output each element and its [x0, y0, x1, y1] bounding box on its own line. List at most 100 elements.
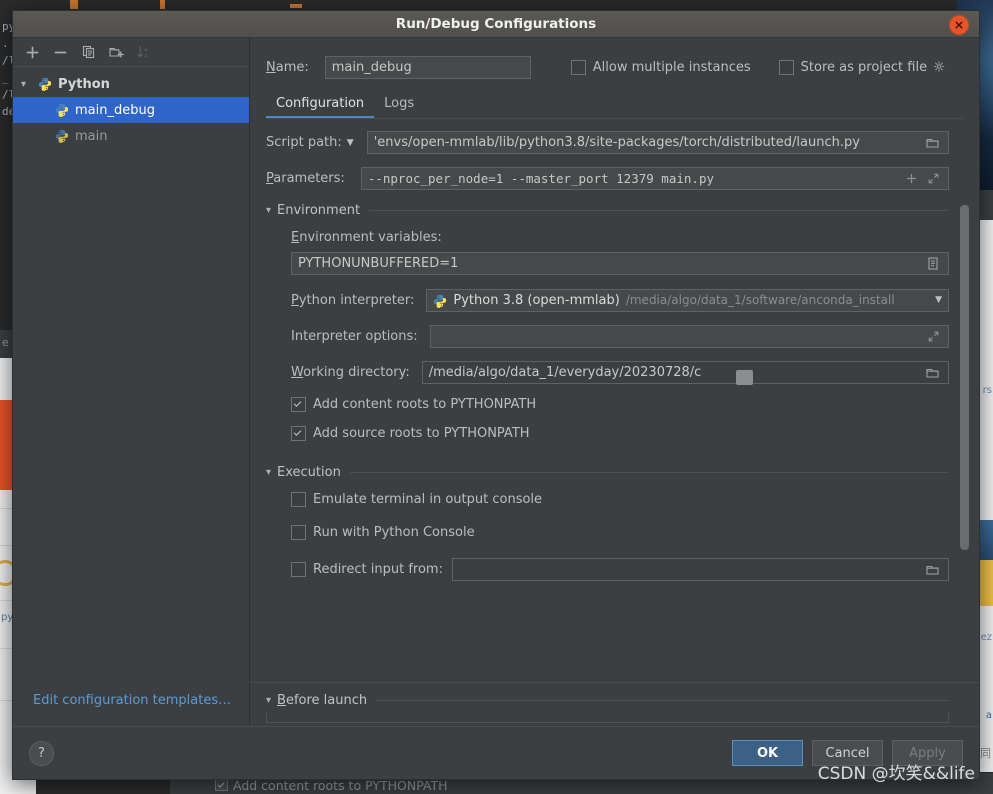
caret-down-icon[interactable]: ▼ [931, 290, 942, 311]
add-content-roots-checkbox[interactable]: Add content roots to PYTHONPATH [291, 397, 949, 412]
python-interpreter-label: Python interpreter: [291, 293, 415, 308]
checkbox-icon[interactable] [291, 525, 306, 540]
dialog-action-buttons: OK Cancel Apply [732, 740, 963, 766]
remove-configuration-icon[interactable] [52, 44, 69, 61]
tree-item-main-debug[interactable]: main_debug [13, 97, 249, 123]
section-rule [369, 210, 949, 211]
tree-item-label: main_debug [75, 102, 155, 118]
redirect-input-field[interactable] [451, 558, 949, 581]
folder-icon[interactable] [924, 559, 942, 580]
parameters-value: --nproc_per_node=1 --master_port 12379 m… [367, 171, 714, 186]
script-path-value: 'envs/open-mmlab/lib/python3.8/site-pack… [373, 135, 860, 150]
help-button[interactable]: ? [29, 740, 54, 766]
name-input[interactable]: main_debug [324, 55, 531, 79]
ok-button[interactable]: OK [732, 740, 803, 766]
checkbox-icon[interactable] [291, 397, 306, 412]
parameters-input[interactable]: --nproc_per_node=1 --master_port 12379 m… [360, 167, 949, 190]
dialog-titlebar: Run/Debug Configurations [13, 11, 979, 38]
store-as-project-file-label: Store as project file [800, 59, 928, 75]
environment-section-body: Environment variables: PYTHONUNBUFFERED=… [266, 230, 949, 441]
environment-section-header[interactable]: ▾ Environment [266, 203, 949, 218]
python-interpreter-row: Python interpreter: Python 3.8 (open-mml… [291, 289, 949, 312]
folder-icon[interactable] [924, 132, 942, 153]
configurations-toolbar: a z [13, 38, 249, 67]
bg-right-label: ez [980, 632, 992, 643]
environment-variables-value: PYTHONUNBUFFERED=1 [298, 256, 459, 271]
tree-item-label: main [75, 128, 108, 144]
copy-configuration-icon[interactable] [80, 44, 97, 61]
caret-down-icon[interactable]: ▼ [347, 138, 354, 148]
run-with-python-console-label: Run with Python Console [313, 525, 475, 540]
working-directory-input[interactable]: /media/algo/data_1/everyday/20230728/c [421, 361, 949, 384]
expand-icon[interactable] [924, 168, 942, 189]
chevron-down-icon[interactable]: ▾ [266, 467, 271, 478]
folder-add-icon[interactable] [108, 44, 125, 61]
bg-code-mark [290, 4, 302, 8]
add-configuration-icon[interactable] [24, 44, 41, 61]
left-pane-footer: Edit configuration templates… [13, 674, 249, 726]
emulate-terminal-label: Emulate terminal in output console [313, 492, 543, 507]
emulate-terminal-checkbox[interactable]: Emulate terminal in output console [291, 492, 949, 507]
tab-logs[interactable]: Logs [374, 96, 424, 118]
checkbox-icon[interactable] [291, 562, 306, 577]
tree-group-python[interactable]: ▾ Python [13, 71, 249, 97]
script-path-row: Script path: ▼ 'envs/open-mmlab/lib/pyth… [266, 131, 949, 154]
run-with-python-console-checkbox[interactable]: Run with Python Console [291, 525, 949, 540]
cancel-button[interactable]: Cancel [812, 740, 883, 766]
checkbox-icon[interactable] [291, 426, 306, 441]
expand-icon[interactable] [924, 326, 942, 347]
python-interpreter-select[interactable]: Python 3.8 (open-mmlab) /media/algo/data… [426, 289, 949, 312]
python-icon [55, 103, 69, 117]
checkbox-icon[interactable] [778, 59, 794, 75]
section-rule [376, 700, 949, 701]
script-path-input[interactable]: 'envs/open-mmlab/lib/python3.8/site-pack… [366, 131, 949, 154]
chevron-down-icon[interactable]: ▾ [266, 205, 271, 216]
bg-code-mark [70, 0, 78, 9]
name-input-value: main_debug [331, 59, 412, 75]
bg-cn-label: 同 [980, 747, 991, 760]
redirect-input-checkbox[interactable]: Redirect input from: [291, 562, 443, 577]
working-directory-label: Working directory: [291, 365, 410, 380]
gear-icon[interactable] [933, 61, 945, 73]
python-icon [55, 129, 69, 143]
parameters-label: Parameters: [266, 171, 345, 186]
python-interpreter-path: /media/algo/data_1/software/anconda_inst… [625, 293, 895, 307]
bg-right-label: rs [982, 385, 992, 396]
interpreter-options-input[interactable] [429, 325, 949, 348]
working-directory-value: /media/algo/data_1/everyday/20230728/c [428, 365, 702, 380]
list-edit-icon[interactable] [924, 253, 942, 274]
dialog-title: Run/Debug Configurations [395, 16, 597, 32]
checkbox-icon[interactable] [291, 492, 306, 507]
run-debug-configurations-dialog: Run/Debug Configurations a z ▾ Python ma… [12, 10, 980, 780]
scrollbar-thumb[interactable] [960, 205, 969, 550]
bg-bottom-window-text: Add content roots to PYTHONPATH [233, 778, 448, 793]
environment-variables-input[interactable]: PYTHONUNBUFFERED=1 [291, 252, 949, 275]
add-source-roots-checkbox[interactable]: Add source roots to PYTHONPATH [291, 426, 949, 441]
execution-section-body: Emulate terminal in output console Run w… [266, 492, 949, 581]
tab-configuration[interactable]: Configuration [266, 96, 375, 118]
configuration-form: Script path: ▼ 'envs/open-mmlab/lib/pyth… [250, 119, 979, 682]
plus-icon[interactable] [902, 168, 920, 189]
name-label: Name: [266, 59, 309, 75]
close-icon[interactable] [949, 15, 969, 35]
allow-multiple-instances-label: Allow multiple instances [592, 59, 751, 75]
chevron-down-icon[interactable]: ▾ [21, 79, 35, 90]
apply-button[interactable]: Apply [892, 740, 963, 766]
execution-section-header[interactable]: ▾ Execution [266, 465, 949, 480]
environment-section-title: Environment [277, 203, 361, 218]
tree-item-main[interactable]: main [13, 123, 249, 149]
checkbox-icon[interactable] [570, 59, 586, 75]
execution-section-title: Execution [277, 465, 341, 480]
python-interpreter-name: Python 3.8 (open-mmlab) [453, 293, 620, 308]
allow-multiple-instances-checkbox[interactable]: Allow multiple instances [570, 59, 751, 75]
sort-alphabetical-icon[interactable]: a z [136, 44, 153, 61]
before-launch-header[interactable]: ▾ Before launch [266, 693, 949, 708]
tree-group-label: Python [58, 76, 110, 92]
chevron-down-icon[interactable]: ▾ [266, 695, 271, 706]
folder-icon[interactable] [924, 362, 942, 383]
form-scrollbar[interactable] [960, 165, 969, 646]
edit-configuration-templates-link[interactable]: Edit configuration templates… [33, 693, 231, 708]
bg-right-label: a [985, 710, 992, 721]
store-as-project-file-checkbox[interactable]: Store as project file [778, 59, 945, 75]
configuration-right-pane: Name: main_debug Allow multiple instance… [250, 38, 979, 726]
